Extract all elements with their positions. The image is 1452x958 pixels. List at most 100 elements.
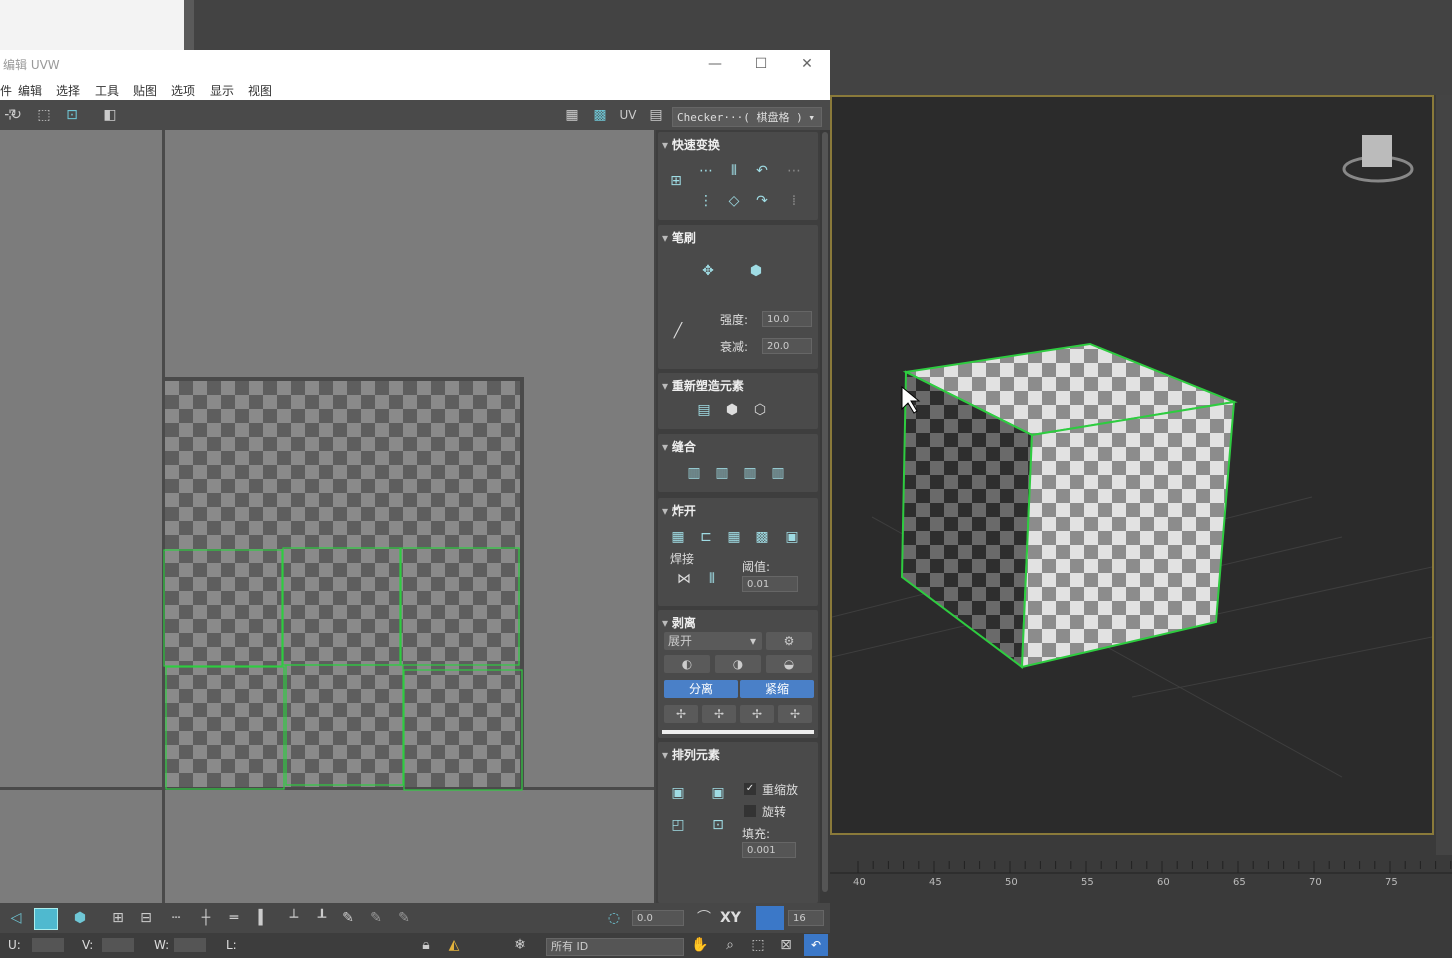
- space-horizontal-icon[interactable]: ⋯: [782, 160, 806, 182]
- threshold-spinner[interactable]: 0.01: [742, 576, 798, 592]
- stitch-to-average-icon[interactable]: ▥: [738, 462, 762, 484]
- snap-toggle-icon[interactable]: ↶: [804, 934, 828, 956]
- texture-settings-icon[interactable]: ▤: [646, 106, 666, 124]
- uv-island[interactable]: [285, 664, 404, 786]
- stitch-to-source-icon[interactable]: ▥: [710, 462, 734, 484]
- panel-scrollbar-thumb[interactable]: [822, 132, 828, 892]
- rotate-cw-icon[interactable]: ↷: [750, 190, 774, 212]
- v-field[interactable]: [102, 938, 134, 952]
- flatten-by-smoothing-icon[interactable]: ▦: [722, 526, 746, 548]
- menu-edit[interactable]: 编辑: [18, 82, 42, 99]
- peel-reset-icon[interactable]: ◒: [766, 655, 812, 673]
- loop-selection-icon[interactable]: ═: [224, 909, 244, 927]
- relax-settings-icon[interactable]: ⬡: [748, 399, 772, 421]
- section-title[interactable]: 排列元素: [662, 746, 720, 763]
- transform-pivot-icon[interactable]: ⊞: [664, 170, 688, 192]
- pack-custom-icon[interactable]: ▣: [666, 782, 690, 804]
- detach-edge-icon[interactable]: ⊏: [694, 526, 718, 548]
- grid-snap-icon[interactable]: [756, 906, 784, 930]
- menu-file[interactable]: 件: [0, 82, 12, 99]
- minimize-button[interactable]: —: [700, 54, 730, 74]
- menu-display[interactable]: 显示: [210, 82, 234, 99]
- freeform-icon[interactable]: ⊡: [62, 106, 82, 124]
- paint-select-icon[interactable]: ✎: [338, 909, 358, 927]
- pan-icon[interactable]: ✋: [690, 936, 710, 954]
- peel-settings-icon[interactable]: ⚙: [766, 632, 812, 650]
- shrink-selection-icon[interactable]: ⊟: [136, 909, 156, 927]
- uv-editor-canvas[interactable]: [0, 130, 654, 903]
- cube-front-face[interactable]: [1020, 400, 1236, 669]
- texture-select[interactable]: Checker···( 棋盘格 ) ▾: [672, 107, 822, 127]
- section-title[interactable]: 剥离: [662, 614, 696, 631]
- timeline-ruler[interactable]: 40 45 50 55 60 65 70 75: [830, 855, 1452, 908]
- zoom-icon[interactable]: ⌕: [720, 936, 740, 954]
- tighten-button[interactable]: 紧缩: [740, 680, 814, 698]
- section-title[interactable]: 缝合: [662, 438, 696, 455]
- id-filter-select[interactable]: 所有 ID: [546, 938, 684, 956]
- pack-rescale-icon[interactable]: ⊡: [706, 814, 730, 836]
- detach-button[interactable]: 分离: [664, 680, 738, 698]
- rotate-value-spinner[interactable]: 0.0: [632, 910, 684, 926]
- quick-peel-icon[interactable]: ◐: [664, 655, 710, 673]
- menu-options[interactable]: 选项: [171, 82, 195, 99]
- uv-island[interactable]: [403, 669, 523, 791]
- shrink-loop-icon[interactable]: ┸: [312, 909, 332, 927]
- brush-falloff-icon[interactable]: ╱: [666, 320, 690, 342]
- menu-mapping[interactable]: 贴图: [133, 82, 157, 99]
- rescale-checkbox[interactable]: ✓: [744, 783, 756, 795]
- section-title[interactable]: 重新塑造元素: [662, 377, 744, 394]
- peel-mode-select[interactable]: 展开 ▾: [664, 632, 762, 650]
- edit-uvw-window[interactable]: 编辑 UVW — ☐ ✕ 件 编辑 选择 工具 贴图 选项 显示 视图 ⊹ ↻ …: [0, 50, 830, 958]
- stitch-custom-icon[interactable]: ▥: [682, 462, 706, 484]
- relax-icon[interactable]: ⬢: [720, 399, 744, 421]
- maximize-button[interactable]: ☐: [746, 54, 776, 74]
- relax-brush-icon[interactable]: ⬢: [744, 260, 768, 282]
- rotate-checkbox[interactable]: [744, 805, 756, 817]
- flatten-by-material-icon[interactable]: ▩: [750, 526, 774, 548]
- flatten-icon[interactable]: ▣: [780, 526, 804, 548]
- viewcube-icon[interactable]: [1362, 135, 1392, 167]
- soft-select-icon[interactable]: ◌: [604, 909, 624, 927]
- auto-pin-icon[interactable]: ✢: [740, 705, 774, 723]
- paint-move-icon[interactable]: ✥: [696, 260, 720, 282]
- select-pins-icon[interactable]: ✢: [778, 705, 812, 723]
- weld-selected-icon[interactable]: ⋈: [672, 568, 696, 590]
- grid-toggle-icon[interactable]: ▦: [562, 106, 582, 124]
- title-bar[interactable]: 编辑 UVW — ☐ ✕: [0, 50, 830, 78]
- space-vertical-icon[interactable]: ⁞: [782, 190, 806, 212]
- checker-toggle-icon[interactable]: ▩: [590, 106, 610, 124]
- element-mode-icon[interactable]: ⬢: [70, 909, 90, 927]
- mirror-icon[interactable]: ◧: [100, 106, 120, 124]
- falloff-curve-icon[interactable]: ⌒: [694, 909, 714, 927]
- align-vertical-icon[interactable]: ⦀: [722, 160, 746, 182]
- grid-size-spinner[interactable]: 16: [788, 910, 824, 926]
- pack-together-icon[interactable]: ◰: [666, 814, 690, 836]
- uv-island[interactable]: [400, 547, 520, 666]
- freeze-icon[interactable]: ❄: [510, 936, 530, 954]
- rotate-icon[interactable]: ↻: [6, 106, 26, 124]
- align-horizontal-icon[interactable]: ⋯: [694, 160, 718, 182]
- uv-island[interactable]: [163, 549, 283, 667]
- loop-select-icon[interactable]: ▍: [254, 909, 274, 927]
- falloff-spinner[interactable]: 20.0: [762, 338, 812, 354]
- scale-icon[interactable]: ⬚: [34, 106, 54, 124]
- menu-select[interactable]: 选择: [56, 82, 80, 99]
- paint-shrink-icon[interactable]: ✎: [394, 909, 414, 927]
- face-mode-icon[interactable]: [34, 908, 58, 930]
- peel-icon[interactable]: ◑: [715, 655, 761, 673]
- menu-view[interactable]: 视图: [248, 82, 272, 99]
- zoom-region-icon[interactable]: ⬚: [748, 936, 768, 954]
- section-title[interactable]: 快速变换: [662, 136, 720, 153]
- weld-target-icon[interactable]: ⦀: [700, 568, 724, 590]
- panel-scrollbar[interactable]: [820, 130, 830, 903]
- unpin-icon[interactable]: ✢: [702, 705, 736, 723]
- u-field[interactable]: [32, 938, 64, 952]
- close-button[interactable]: ✕: [792, 54, 822, 74]
- uv-label[interactable]: UV: [618, 106, 638, 124]
- section-title[interactable]: 笔刷: [662, 229, 696, 246]
- section-title[interactable]: 炸开: [662, 502, 696, 519]
- grow-ring-icon[interactable]: ┼: [196, 909, 216, 927]
- break-icon[interactable]: ▦: [666, 526, 690, 548]
- pack-normalize-icon[interactable]: ▣: [706, 782, 730, 804]
- perspective-viewport[interactable]: [830, 95, 1434, 835]
